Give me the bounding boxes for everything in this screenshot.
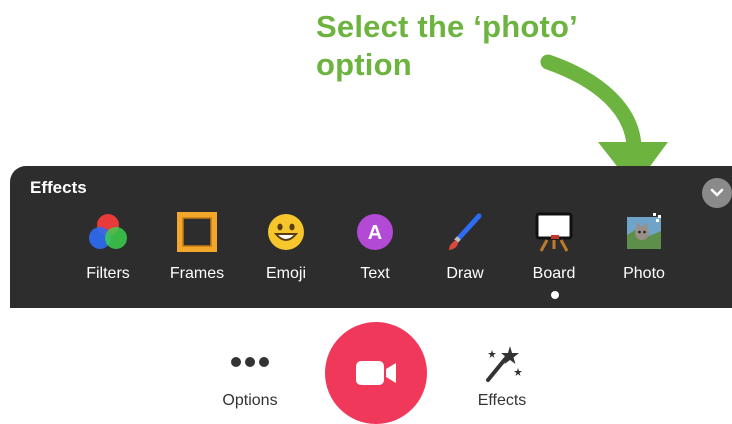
- photo-icon: [627, 213, 661, 249]
- brush-icon: [449, 213, 482, 250]
- effect-item-label: Emoji: [265, 265, 306, 282]
- chevron-down-icon: [710, 188, 724, 197]
- effects-panel: Effects Filters Frames Emoji A Text Draw…: [10, 166, 732, 308]
- filters-icon: [89, 214, 127, 249]
- effect-item-label: Draw: [446, 265, 484, 282]
- annotation-line-1: Select the ‘photo’: [316, 9, 578, 44]
- instruction-annotation: Select the ‘photo’ option: [316, 8, 578, 84]
- frame-icon: [177, 212, 217, 252]
- options-label: Options: [222, 392, 278, 409]
- board-icon: [535, 212, 573, 252]
- more-dots-icon: [231, 357, 269, 367]
- magic-wand-icon: [486, 346, 522, 382]
- effect-item-label: Text: [360, 265, 390, 282]
- effect-item-label: Board: [532, 265, 576, 282]
- effect-item-board[interactable]: Board: [509, 210, 599, 286]
- svg-text:A: A: [368, 222, 382, 244]
- collapse-button[interactable]: [702, 178, 732, 208]
- page-indicator-dot: [551, 291, 559, 299]
- effects-button[interactable]: Effects: [447, 308, 557, 410]
- effect-item-draw[interactable]: Draw: [420, 210, 510, 286]
- emoji-icon: [268, 214, 304, 250]
- effect-item-label: Frames: [169, 265, 225, 282]
- effects-panel-title: Effects: [30, 178, 87, 197]
- annotation-line-2: option: [316, 47, 412, 82]
- effect-item-photo[interactable]: Photo: [599, 210, 689, 286]
- effect-item-text[interactable]: A Text: [330, 210, 420, 286]
- effect-item-filters[interactable]: Filters: [63, 210, 153, 286]
- video-camera-icon: [356, 361, 396, 385]
- effect-item-emoji[interactable]: Emoji: [241, 210, 331, 286]
- text-icon: A: [357, 214, 393, 250]
- effect-item-label: Filters: [86, 265, 130, 282]
- effect-item-label: Photo: [623, 265, 665, 282]
- options-button[interactable]: Options: [195, 308, 305, 410]
- effects-label: Effects: [477, 392, 527, 409]
- effect-item-frames[interactable]: Frames: [152, 210, 242, 286]
- record-button[interactable]: [325, 322, 427, 424]
